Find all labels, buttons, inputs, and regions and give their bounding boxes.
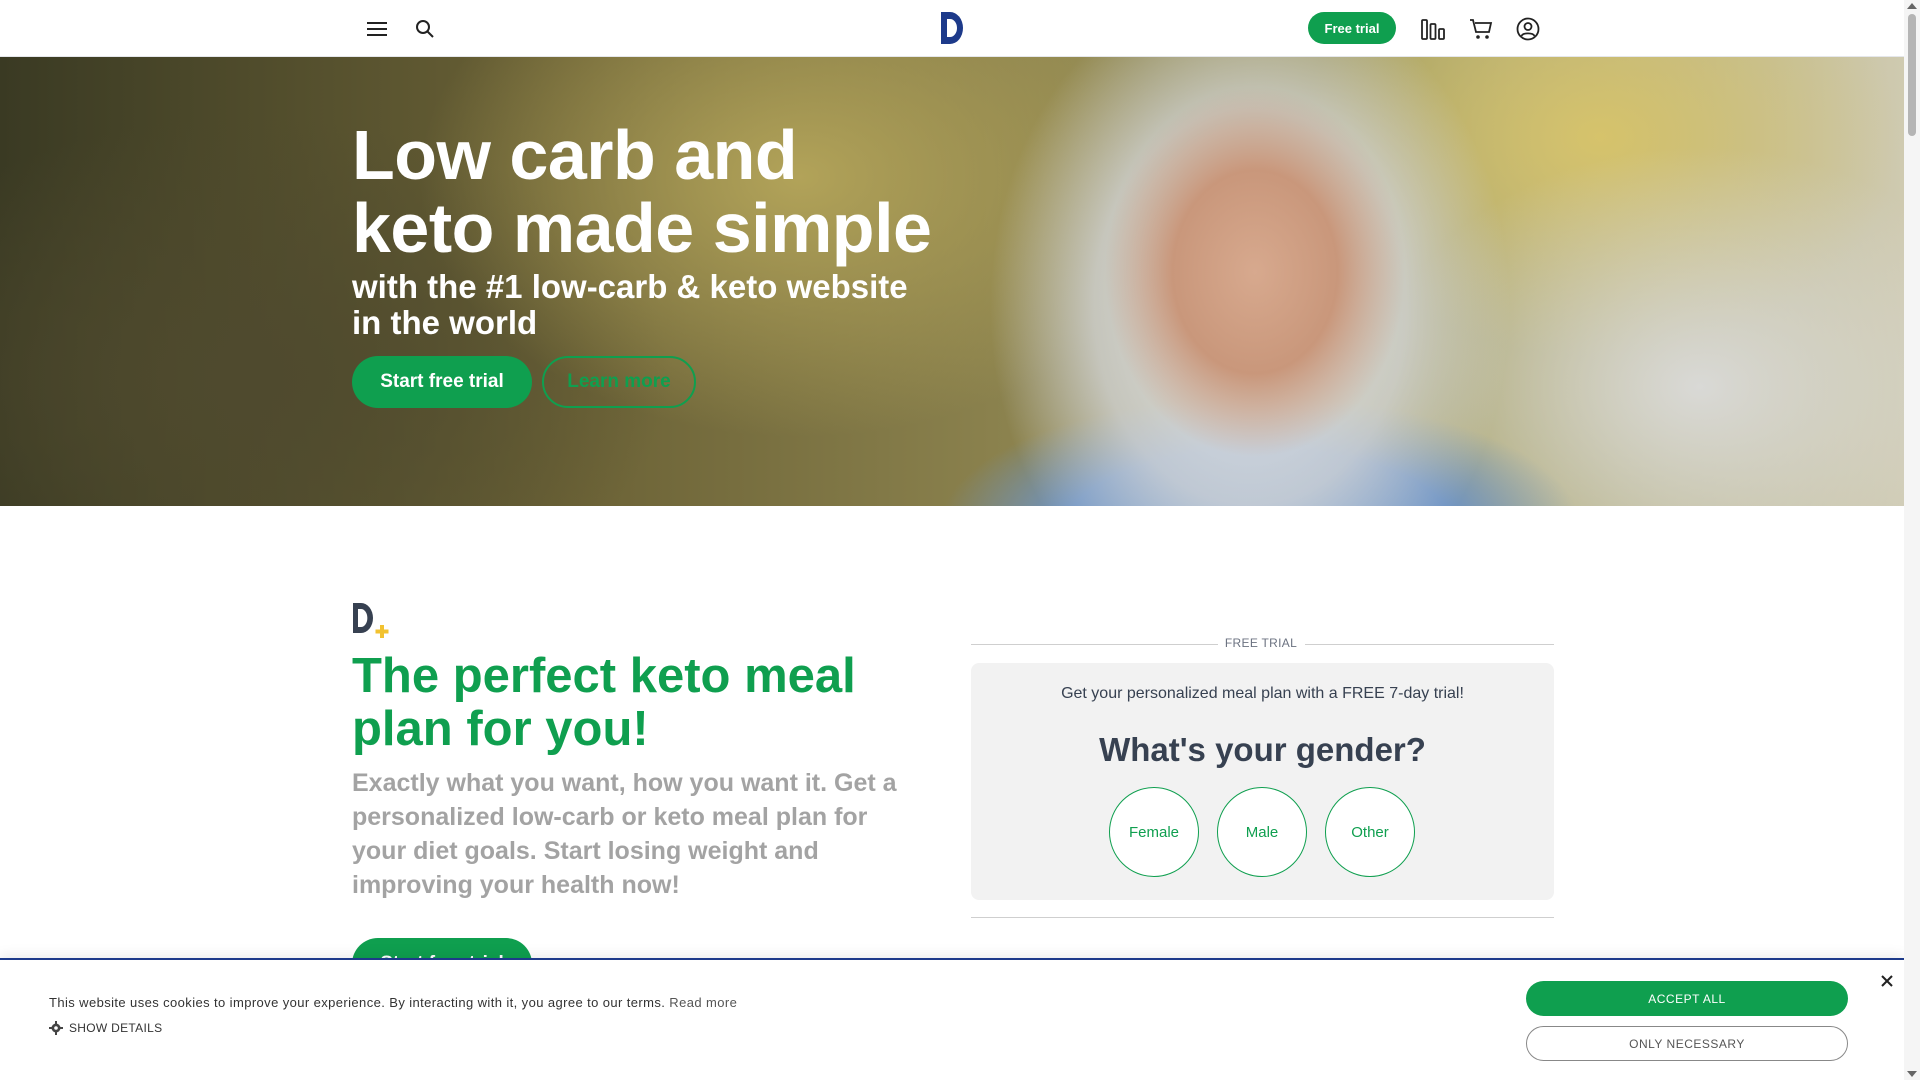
show-details-toggle[interactable]: SHOW DETAILS [49, 1021, 162, 1035]
meal-plan-title: The perfect keto meal plan for you! [352, 649, 856, 756]
cart-icon[interactable] [1466, 14, 1496, 44]
divider-left [971, 644, 1218, 645]
free-trial-label: FREE TRIAL [1224, 636, 1298, 650]
gender-question: What's your gender? [1099, 731, 1426, 768]
scroll-up-arrow-icon[interactable] [1907, 3, 1917, 9]
user-account-icon[interactable] [1513, 14, 1543, 44]
learn-more-button[interactable]: Learn more [542, 356, 696, 408]
card-bottom-divider [971, 917, 1554, 918]
gear-icon [49, 1021, 63, 1035]
hero-title: Low carb and keto made simple [352, 116, 932, 267]
cookie-text: This website uses cookies to improve you… [49, 995, 666, 1010]
divider-right [1305, 644, 1554, 645]
gender-option-male[interactable]: Male [1217, 787, 1307, 877]
site-header: Free trial [0, 0, 1904, 57]
read-more-link[interactable]: Read more [669, 995, 737, 1010]
cookie-banner: This website uses cookies to improve you… [0, 958, 1904, 1080]
hamburger-icon[interactable] [362, 14, 392, 44]
meal-plan-description: Exactly what you want, how you want it. … [352, 769, 897, 899]
hero-banner: Low carb and keto made simple with the #… [0, 57, 1904, 506]
diet-doctor-plus-logo-icon [352, 601, 396, 639]
free-trial-intro: Get your personalized meal plan with a F… [1061, 685, 1464, 702]
gender-option-female[interactable]: Female [1109, 787, 1199, 877]
scroll-thumb[interactable] [1908, 14, 1916, 136]
bar-chart-icon[interactable] [1418, 14, 1448, 44]
scroll-down-arrow-icon[interactable] [1907, 1071, 1917, 1077]
free-trial-button[interactable]: Free trial [1308, 12, 1396, 44]
diet-doctor-logo-icon[interactable] [937, 9, 967, 47]
hero-subtitle: with the #1 low-carb & keto website in t… [352, 268, 908, 341]
cookie-message: This website uses cookies to improve you… [49, 995, 737, 1010]
hero-title-line1: Low carb and [352, 116, 798, 194]
gender-option-other[interactable]: Other [1325, 787, 1415, 877]
search-icon[interactable] [410, 14, 440, 44]
close-icon[interactable] [1876, 970, 1898, 992]
show-details-label: SHOW DETAILS [69, 1021, 163, 1035]
page-scrollbar[interactable] [1904, 0, 1920, 1080]
accept-all-button[interactable]: ACCEPT ALL [1526, 981, 1848, 1016]
start-free-trial-button[interactable]: Start free trial [352, 356, 532, 408]
only-necessary-button[interactable]: ONLY NECESSARY [1526, 1026, 1848, 1061]
free-trial-card: Get your personalized meal plan with a F… [971, 663, 1554, 900]
hero-title-line2: keto made simple [352, 189, 932, 267]
